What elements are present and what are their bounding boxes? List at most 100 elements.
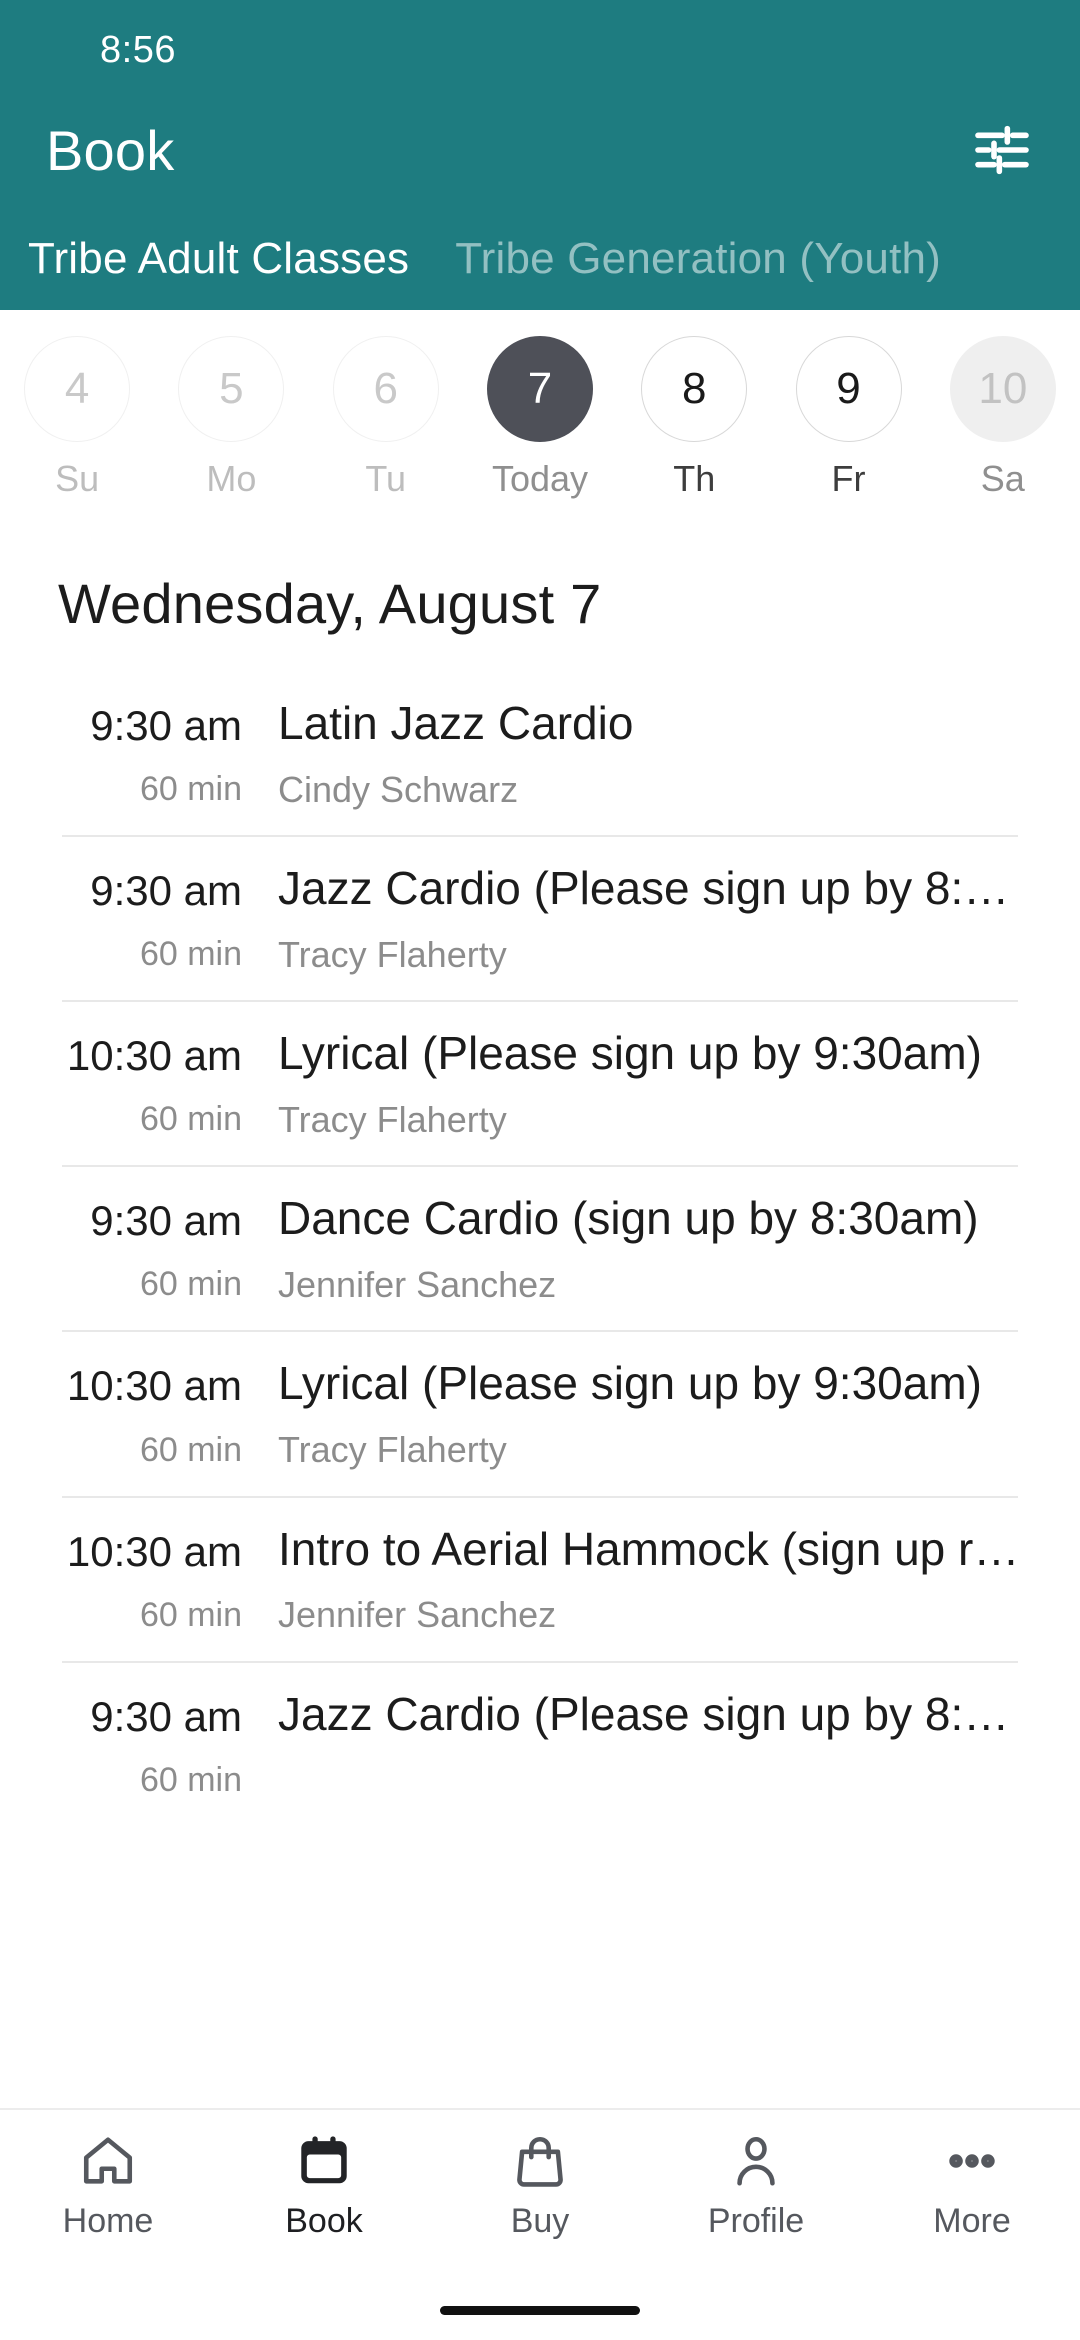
tab-tribe-generation-youth[interactable]: Tribe Generation (Youth) xyxy=(409,234,941,284)
nav-item-book[interactable]: Book xyxy=(216,2132,432,2241)
filter-icon[interactable] xyxy=(970,118,1034,182)
class-time: 9:30 am xyxy=(90,1197,242,1245)
class-info-column: Jazz Cardio (Please sign up by 8:30am) xyxy=(278,1689,1080,1761)
class-instructor: Tracy Flaherty xyxy=(278,1428,507,1470)
class-time-column: 9:30 am 60 min xyxy=(0,863,278,974)
status-bar-clock: 8:56 xyxy=(100,28,176,71)
date-cell-4[interactable]: 4 Su xyxy=(0,335,154,500)
nav-label: Profile xyxy=(707,2202,805,2240)
class-instructor: Tracy Flaherty xyxy=(278,933,507,975)
class-instructor: Tracy Flaherty xyxy=(278,1098,507,1140)
date-weekday-label: Fr xyxy=(831,457,866,499)
class-name: Jazz Cardio (Please sign up by 8:30am) xyxy=(278,1688,1030,1740)
class-name: Latin Jazz Cardio xyxy=(278,698,634,749)
date-circle: 4 xyxy=(24,335,131,442)
nav-item-more[interactable]: More xyxy=(864,2132,1080,2241)
class-name: Intro to Aerial Hammock (sign up require… xyxy=(278,1523,1030,1575)
date-cell-5[interactable]: 5 Mo xyxy=(154,335,308,500)
date-circle: 6 xyxy=(332,335,439,442)
date-selector: 4 Su 5 Mo 6 Tu 7 Today 8 Th 9 Fr 10 Sa xyxy=(0,310,1080,515)
date-weekday-label: Sa xyxy=(980,457,1025,499)
date-weekday-label: Su xyxy=(55,457,100,499)
class-time: 9:30 am xyxy=(90,1692,242,1740)
class-list[interactable]: 9:30 am 60 min Latin Jazz Cardio Cindy S… xyxy=(0,670,1080,2108)
nav-label: More xyxy=(933,2202,1011,2240)
class-instructor: Cindy Schwarz xyxy=(278,768,519,810)
date-circle: 8 xyxy=(641,335,748,442)
bag-icon xyxy=(511,2132,569,2190)
class-list-item[interactable]: 9:30 am 60 min Jazz Cardio (Please sign … xyxy=(0,835,1080,1000)
home-icon xyxy=(79,2132,137,2190)
home-indicator[interactable] xyxy=(440,2305,640,2315)
class-duration: 60 min xyxy=(139,935,242,974)
class-name: Lyrical (Please sign up by 9:30am) xyxy=(278,1358,982,1410)
class-duration: 60 min xyxy=(139,1595,242,1634)
title-bar: Book xyxy=(0,100,1080,200)
person-icon xyxy=(727,2132,785,2190)
class-time: 10:30 am xyxy=(66,1362,242,1410)
date-circle-selected: 7 xyxy=(486,335,593,442)
class-time-column: 9:30 am 60 min xyxy=(0,1689,278,1800)
class-duration: 60 min xyxy=(139,1100,242,1139)
home-indicator-area xyxy=(0,2280,1080,2340)
class-info-column: Lyrical (Please sign up by 9:30am) Tracy… xyxy=(278,1358,1080,1469)
nav-item-profile[interactable]: Profile xyxy=(648,2132,864,2241)
date-weekday-label: Th xyxy=(673,457,716,499)
class-duration: 60 min xyxy=(139,1265,242,1304)
date-circle: 10 xyxy=(949,335,1056,442)
class-list-item[interactable]: 10:30 am 60 min Lyrical (Please sign up … xyxy=(0,1000,1080,1165)
calendar-icon xyxy=(295,2132,353,2190)
class-info-column: Lyrical (Please sign up by 9:30am) Tracy… xyxy=(278,1028,1080,1139)
class-time-column: 9:30 am 60 min xyxy=(0,1193,278,1304)
class-duration: 60 min xyxy=(139,770,242,809)
date-cell-8[interactable]: 8 Th xyxy=(617,335,771,500)
nav-item-home[interactable]: Home xyxy=(0,2132,216,2241)
class-instructor: Jennifer Sanchez xyxy=(278,1263,557,1305)
class-list-item[interactable]: 9:30 am 60 min Latin Jazz Cardio Cindy S… xyxy=(0,670,1080,835)
tab-tribe-adult-classes[interactable]: Tribe Adult Classes xyxy=(0,234,409,284)
bottom-navigation: Home Book Buy Profile More xyxy=(0,2108,1080,2280)
status-bar: 8:56 xyxy=(0,0,1080,100)
class-name: Jazz Cardio (Please sign up by 8:30am) xyxy=(278,863,1030,915)
app-header: 8:56 Book Tribe Adult Classes Tribe Gene… xyxy=(0,0,1080,310)
date-circle: 5 xyxy=(178,335,285,442)
class-duration: 60 min xyxy=(139,1760,242,1799)
class-list-item[interactable]: 9:30 am 60 min Jazz Cardio (Please sign … xyxy=(0,1660,1080,1826)
nav-item-buy[interactable]: Buy xyxy=(432,2132,648,2241)
date-weekday-label: Mo xyxy=(206,457,257,499)
class-time-column: 9:30 am 60 min xyxy=(0,698,278,809)
class-info-column: Intro to Aerial Hammock (sign up require… xyxy=(278,1524,1080,1635)
class-name: Dance Cardio (sign up by 8:30am) xyxy=(278,1193,979,1245)
class-time-column: 10:30 am 60 min xyxy=(0,1524,278,1635)
more-dots-icon xyxy=(943,2132,1001,2190)
schedule-date-heading: Wednesday, August 7 xyxy=(58,572,602,635)
category-tabs: Tribe Adult Classes Tribe Generation (Yo… xyxy=(0,200,1080,310)
class-instructor: Jennifer Sanchez xyxy=(278,1594,557,1636)
class-info-column: Dance Cardio (sign up by 8:30am) Jennife… xyxy=(278,1193,1080,1304)
class-time-column: 10:30 am 60 min xyxy=(0,1028,278,1139)
class-time: 9:30 am xyxy=(90,702,242,749)
page-title: Book xyxy=(46,118,175,182)
date-cell-9[interactable]: 9 Fr xyxy=(771,335,925,500)
class-list-item[interactable]: 9:30 am 60 min Dance Cardio (sign up by … xyxy=(0,1165,1080,1330)
class-time: 10:30 am xyxy=(66,1527,242,1575)
class-time-column: 10:30 am 60 min xyxy=(0,1358,278,1469)
app-screen: 8:56 Book Tribe Adult Classes Tribe Gene… xyxy=(0,0,1080,2340)
date-cell-10[interactable]: 10 Sa xyxy=(926,335,1080,500)
nav-label: Buy xyxy=(510,2202,570,2240)
nav-label: Home xyxy=(62,2202,154,2240)
date-weekday-label: Tu xyxy=(365,457,407,499)
class-name: Lyrical (Please sign up by 9:30am) xyxy=(278,1028,982,1080)
date-cell-7-today[interactable]: 7 Today xyxy=(463,335,617,500)
date-weekday-label: Today xyxy=(491,457,589,499)
date-cell-6[interactable]: 6 Tu xyxy=(309,335,463,500)
class-duration: 60 min xyxy=(139,1430,242,1469)
class-list-item[interactable]: 10:30 am 60 min Intro to Aerial Hammock … xyxy=(0,1495,1080,1661)
nav-label: Book xyxy=(285,2202,363,2240)
class-info-column: Latin Jazz Cardio Cindy Schwarz xyxy=(278,698,1080,809)
class-time: 9:30 am xyxy=(90,867,242,915)
class-time: 10:30 am xyxy=(66,1032,242,1080)
date-circle: 9 xyxy=(795,335,902,442)
class-list-item[interactable]: 10:30 am 60 min Lyrical (Please sign up … xyxy=(0,1330,1080,1495)
class-info-column: Jazz Cardio (Please sign up by 8:30am) T… xyxy=(278,863,1080,974)
